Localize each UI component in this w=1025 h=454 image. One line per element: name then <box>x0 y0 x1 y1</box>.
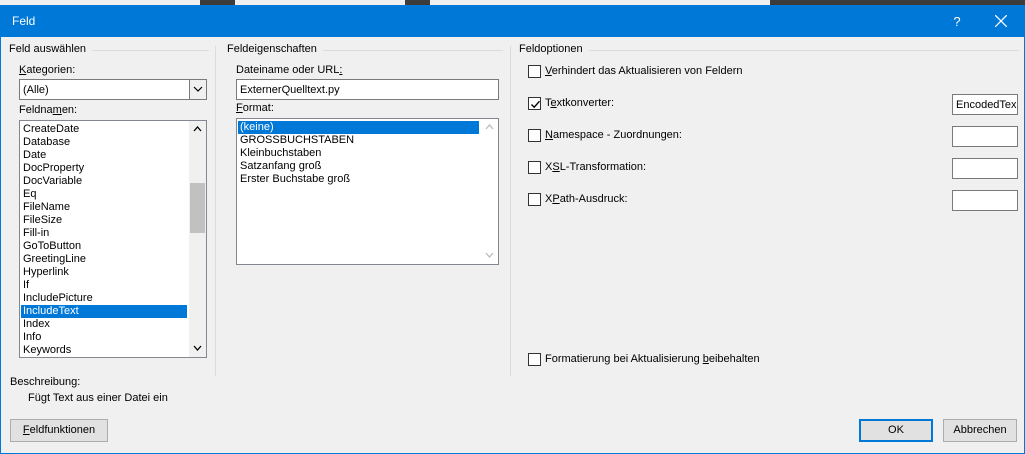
options-group: Feldoptionen <box>519 43 1019 57</box>
list-item[interactable]: CreateDate <box>21 123 187 136</box>
xpath-checkbox[interactable] <box>528 193 541 206</box>
chevron-down-icon <box>193 345 202 351</box>
chevron-up-icon <box>485 124 494 130</box>
chevron-down-icon <box>485 252 494 258</box>
list-item[interactable]: DocProperty <box>21 162 187 175</box>
field-names-label: Feldnamen: <box>19 104 78 116</box>
properties-group: Feldeigenschaften <box>227 43 503 57</box>
categories-combobox[interactable]: (Alle) <box>19 79 207 100</box>
namespace-label: Namespace - Zuordnungen: <box>545 129 682 141</box>
check-mark-icon <box>531 100 541 109</box>
prevent-update-label: Verhindert das Aktualisieren von Feldern <box>545 65 743 77</box>
list-item[interactable]: FileName <box>21 201 187 214</box>
list-item[interactable]: If <box>21 279 187 292</box>
list-item[interactable]: IncludePicture <box>21 292 187 305</box>
field-names-list[interactable]: Keywords Info Index IncludeText IncludePictu… <box>19 120 207 358</box>
list-item[interactable]: Database <box>21 136 187 149</box>
prevent-update-checkbox[interactable] <box>528 65 541 78</box>
xsl-transform-input[interactable] <box>952 158 1018 179</box>
xpath-input[interactable] <box>952 190 1018 211</box>
categories-label: Kategorien: <box>19 64 76 76</box>
list-item[interactable]: Index <box>21 318 187 331</box>
preserve-formatting-checkbox[interactable] <box>528 353 541 366</box>
scroll-up-button[interactable] <box>481 119 498 136</box>
text-converter-checkbox[interactable] <box>528 97 541 110</box>
list-item[interactable]: GreetingLine <box>21 253 187 266</box>
description-text: Fügt Text aus einer Datei ein <box>28 392 168 404</box>
scroll-down-button[interactable] <box>481 247 498 264</box>
xsl-transform-checkbox[interactable] <box>528 161 541 174</box>
list-item[interactable]: Erster Buchstabe groß <box>238 173 479 186</box>
preserve-formatting-label: Formatierung bei Aktualisierung beibehal… <box>545 353 760 365</box>
categories-value: (Alle) <box>23 84 49 96</box>
field-names-scrollbar[interactable] <box>189 121 206 357</box>
namespace-input[interactable] <box>952 126 1018 147</box>
filename-value: ExternerQuelltext.py <box>240 84 340 96</box>
select-field-group: Feld auswählen <box>9 43 209 57</box>
field-codes-button[interactable]: Feldfunktionen <box>10 419 108 442</box>
group-line <box>519 50 1019 51</box>
window-title: Feld <box>12 14 36 28</box>
xpath-label: XPath-Ausdruck: <box>545 193 628 205</box>
list-item[interactable]: Keywords <box>21 344 187 357</box>
format-scrollbar[interactable] <box>481 119 498 264</box>
list-item[interactable]: GoToButton <box>21 240 187 253</box>
filename-label: Dateiname oder URL: <box>236 64 343 76</box>
text-converter-value: EncodedTex <box>956 99 1017 111</box>
group-title: Feldeigenschaften <box>227 43 323 55</box>
filename-input[interactable]: ExternerQuelltext.py <box>236 79 499 100</box>
list-item[interactable]: IncludeText <box>21 305 187 318</box>
xsl-transform-label: XSL-Transformation: <box>545 161 647 173</box>
list-item[interactable]: GROSSBUCHSTABEN <box>238 134 479 147</box>
cancel-button[interactable]: Abbrechen <box>943 419 1017 442</box>
column-separator <box>215 46 216 376</box>
list-item[interactable]: Eq <box>21 188 187 201</box>
format-list[interactable]: Erster Buchstabe groß Satzanfang groß Klei… <box>236 118 499 265</box>
ok-button[interactable]: OK <box>859 419 933 442</box>
text-converter-input[interactable]: EncodedTex <box>952 94 1018 115</box>
list-item[interactable]: Date <box>21 149 187 162</box>
list-item[interactable]: Hyperlink <box>21 266 187 279</box>
group-title: Feldoptionen <box>519 43 589 55</box>
text-converter-label: Textkonverter: <box>545 97 615 109</box>
field-dialog: Feld ? Feld auswählen Kategorien: (Alle)… <box>0 5 1025 454</box>
close-icon <box>995 15 1007 27</box>
scroll-thumb[interactable] <box>190 183 205 233</box>
scroll-up-button[interactable] <box>189 121 206 138</box>
group-title: Feld auswählen <box>9 43 93 55</box>
title-bar: Feld ? <box>1 6 1024 37</box>
column-separator <box>510 46 511 376</box>
list-item[interactable]: FileSize <box>21 214 187 227</box>
list-item[interactable]: Info <box>21 331 187 344</box>
close-button[interactable] <box>981 6 1021 37</box>
list-item[interactable]: (keine) <box>238 121 479 134</box>
list-item[interactable]: Satzanfang groß <box>238 160 479 173</box>
namespace-checkbox[interactable] <box>528 129 541 142</box>
categories-dropdown-button[interactable] <box>189 80 206 99</box>
chevron-up-icon <box>193 126 202 132</box>
scroll-down-button[interactable] <box>189 340 206 357</box>
format-label: Format: <box>236 102 274 114</box>
list-item[interactable]: DocVariable <box>21 175 187 188</box>
chevron-down-icon <box>193 86 203 92</box>
help-button[interactable]: ? <box>941 6 973 37</box>
list-item[interactable]: Fill-in <box>21 227 187 240</box>
description-label: Beschreibung: <box>10 376 81 388</box>
list-item[interactable]: Kleinbuchstaben <box>238 147 479 160</box>
